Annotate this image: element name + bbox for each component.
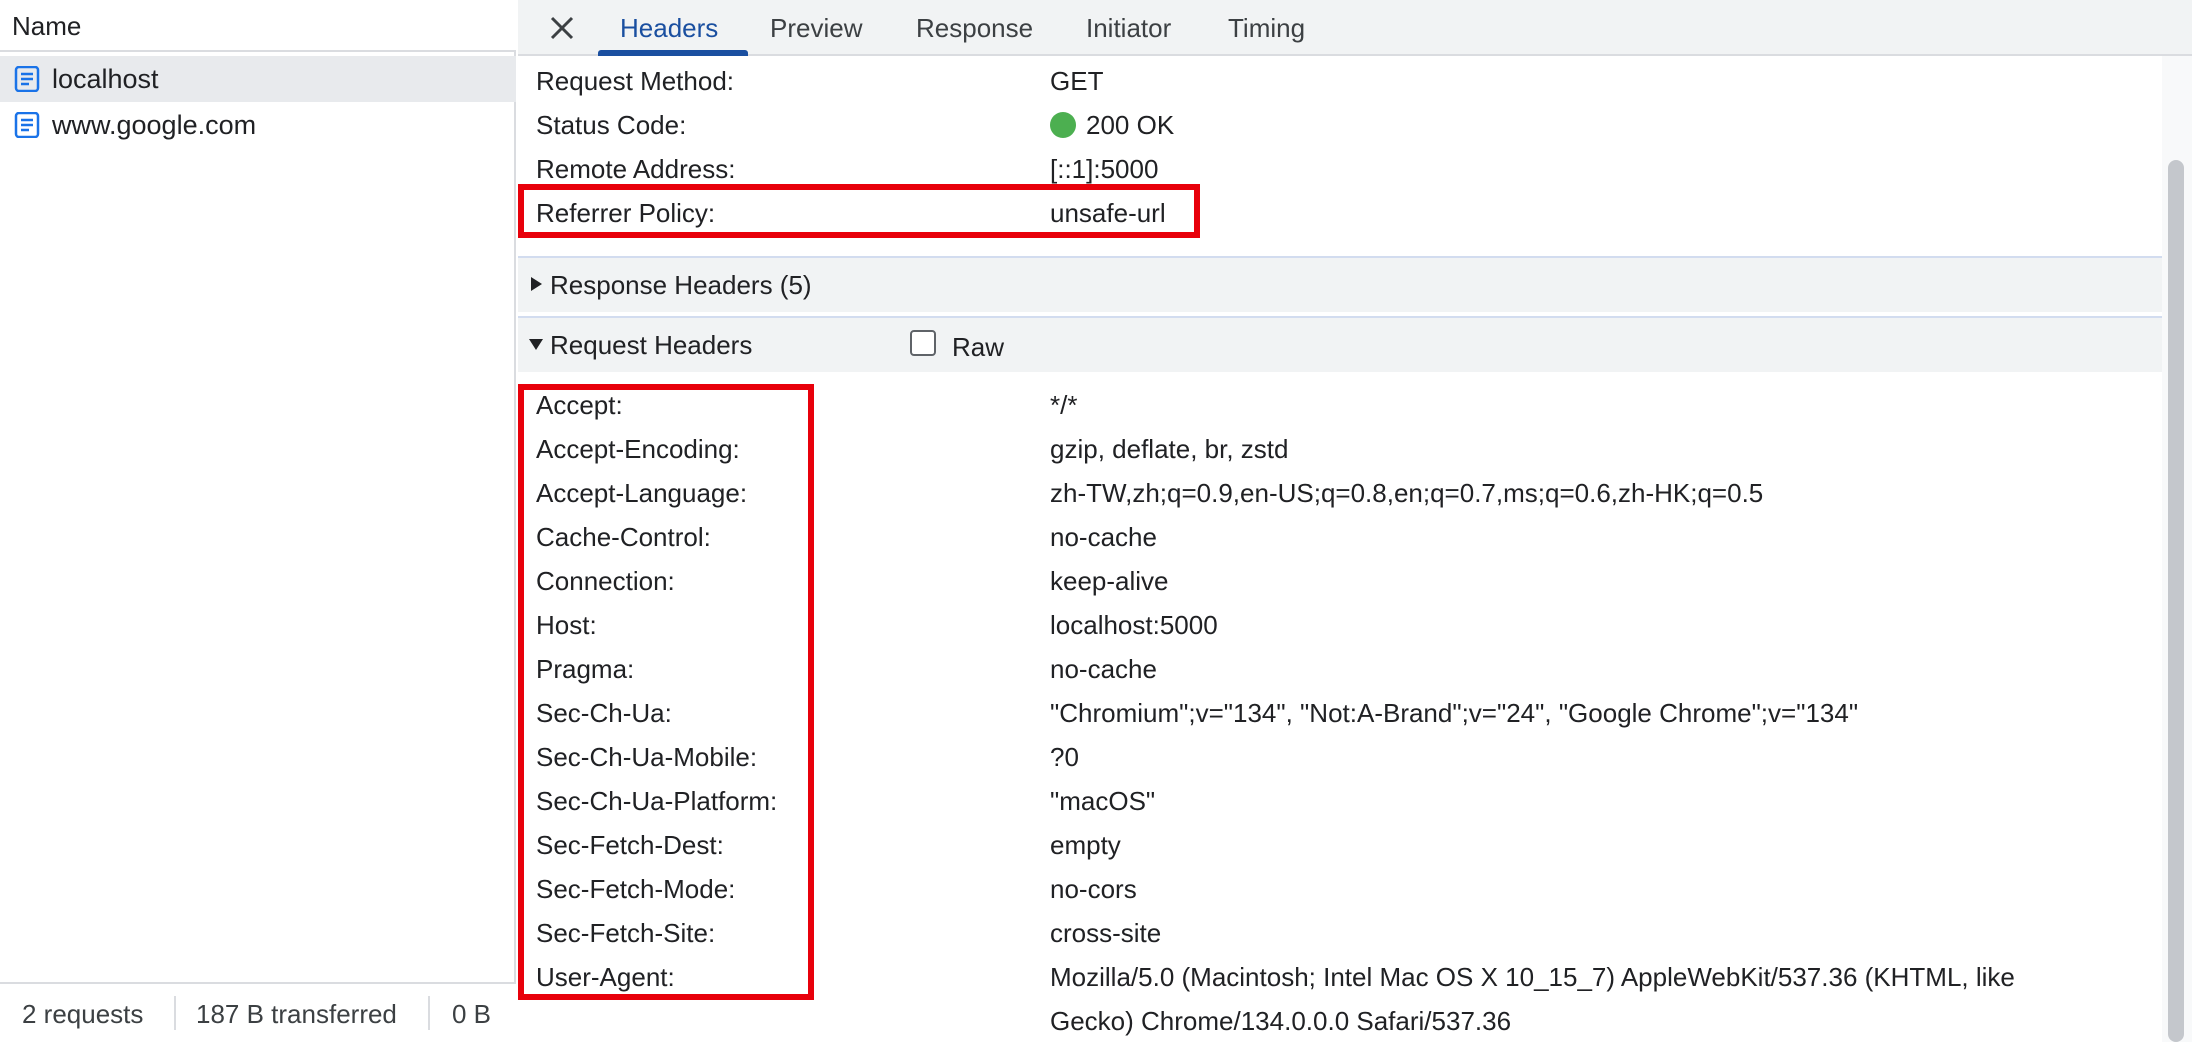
request-header-value: "Chromium";v="134", "Not:A-Brand";v="24"…: [1050, 698, 1859, 728]
name-column-label: Name: [12, 11, 82, 41]
request-header-value: zh-TW,zh;q=0.9,en-US;q=0.8,en;q=0.7,ms;q…: [1050, 478, 1764, 508]
raw-label[interactable]: Raw: [952, 332, 1004, 362]
request-header-value: localhost:5000: [1050, 610, 1218, 640]
request-item-localhost[interactable]: localhost: [0, 56, 516, 102]
request-details-pane: Headers Preview Response Initiator Timin…: [518, 0, 2192, 1042]
tab-headers[interactable]: Headers: [620, 14, 718, 42]
scrollbar-thumb[interactable]: [2168, 160, 2184, 1042]
tab-response[interactable]: Response: [916, 14, 1033, 42]
request-item-google[interactable]: www.google.com: [0, 102, 516, 148]
request-header-names-highlight: [518, 384, 814, 1000]
request-header-value: no-cache: [1050, 654, 1157, 684]
request-count: 2 requests: [22, 999, 144, 1029]
status-divider: [174, 996, 176, 1030]
request-header-value-continued: Gecko) Chrome/134.0.0.0 Safari/537.36: [1050, 1006, 1512, 1036]
transferred-size: 187 B transferred: [196, 999, 397, 1029]
request-list-pane: Name localhost www.google.com 2 requests…: [0, 0, 516, 1042]
general-key: Request Method:: [536, 66, 735, 96]
section-title: Response Headers (5): [550, 270, 812, 300]
details-tab-bar: Headers Preview Response Initiator Timin…: [518, 0, 2192, 56]
general-key: Remote Address:: [536, 154, 736, 184]
status-code-text: 200 OK: [1086, 110, 1175, 140]
section-title: Request Headers: [550, 330, 753, 360]
request-header-value: no-cache: [1050, 522, 1157, 552]
request-header-value: "macOS": [1050, 786, 1156, 816]
general-value: GET: [1050, 66, 1104, 96]
tab-preview[interactable]: Preview: [770, 14, 862, 42]
request-header-value: gzip, deflate, br, zstd: [1050, 434, 1289, 464]
raw-checkbox[interactable]: [910, 330, 936, 356]
status-bar: 2 requests 187 B transferred 0 B: [0, 982, 516, 1042]
resources-size: 0 B: [452, 999, 492, 1029]
triangle-right-icon: [531, 277, 542, 291]
request-header-value: no-cors: [1050, 874, 1137, 904]
status-code-value: 200 OK: [1050, 110, 1174, 140]
close-icon[interactable]: [546, 12, 578, 44]
active-tab-indicator: [598, 50, 748, 56]
tab-timing[interactable]: Timing: [1228, 14, 1305, 42]
request-header-value: Mozilla/5.0 (Macintosh; Intel Mac OS X 1…: [1050, 962, 2015, 992]
triangle-down-icon: [529, 339, 543, 350]
request-header-value: empty: [1050, 830, 1121, 860]
request-header-value: keep-alive: [1050, 566, 1169, 596]
general-key: Status Code:: [536, 110, 687, 140]
request-item-label: localhost: [52, 64, 159, 94]
document-icon: [14, 112, 40, 138]
request-headers-section[interactable]: Request Headers Raw: [518, 316, 2162, 372]
response-headers-section[interactable]: Response Headers (5): [518, 256, 2162, 312]
request-header-value: */*: [1050, 390, 1078, 420]
request-header-value: cross-site: [1050, 918, 1162, 948]
referrer-policy-highlight: [518, 184, 1200, 238]
name-column-header[interactable]: Name: [0, 0, 516, 52]
status-ok-icon: [1050, 112, 1076, 138]
status-divider: [428, 996, 430, 1030]
request-item-label: www.google.com: [52, 110, 257, 140]
general-value: [::1]:5000: [1050, 154, 1159, 184]
tab-initiator[interactable]: Initiator: [1086, 14, 1171, 42]
request-header-value: ?0: [1050, 742, 1079, 772]
document-icon: [14, 66, 40, 92]
